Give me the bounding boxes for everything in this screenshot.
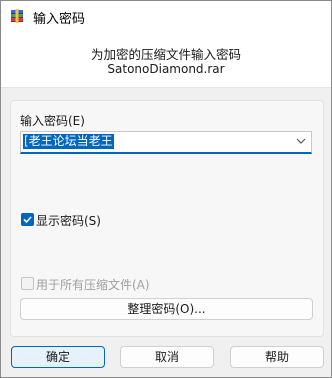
help-button[interactable]: 帮助 [230, 346, 324, 368]
dialog-header: 为加密的压缩文件输入密码 SatonoDiamond.rar [1, 31, 331, 88]
password-dialog: 输入密码 为加密的压缩文件输入密码 SatonoDiamond.rar 输入密码… [0, 0, 332, 378]
use-all-archives-checkbox[interactable] [21, 277, 34, 290]
window-title: 输入密码 [33, 12, 86, 27]
organize-passwords-button[interactable]: 整理密码(O)... [20, 298, 313, 320]
archive-filename: SatonoDiamond.rar [107, 62, 225, 76]
ok-button[interactable]: 确定 [11, 346, 105, 368]
title-bar[interactable]: 输入密码 [1, 1, 331, 31]
header-instruction: 为加密的压缩文件输入密码 [90, 47, 241, 62]
show-password-label[interactable]: 显示密码(S) [36, 212, 101, 229]
password-combobox[interactable]: [老王论坛当老王 [20, 131, 312, 154]
winrar-app-icon [11, 9, 23, 23]
show-password-checkbox[interactable] [21, 213, 34, 226]
cancel-button[interactable]: 取消 [120, 346, 214, 368]
checkmark-icon [23, 216, 32, 224]
password-label: 输入密码(E) [20, 114, 85, 128]
chevron-down-icon[interactable] [295, 135, 307, 147]
use-all-archives-label[interactable]: 用于所有压缩文件(A) [36, 276, 150, 293]
password-input-value[interactable]: [老王论坛当老王 [23, 134, 114, 149]
